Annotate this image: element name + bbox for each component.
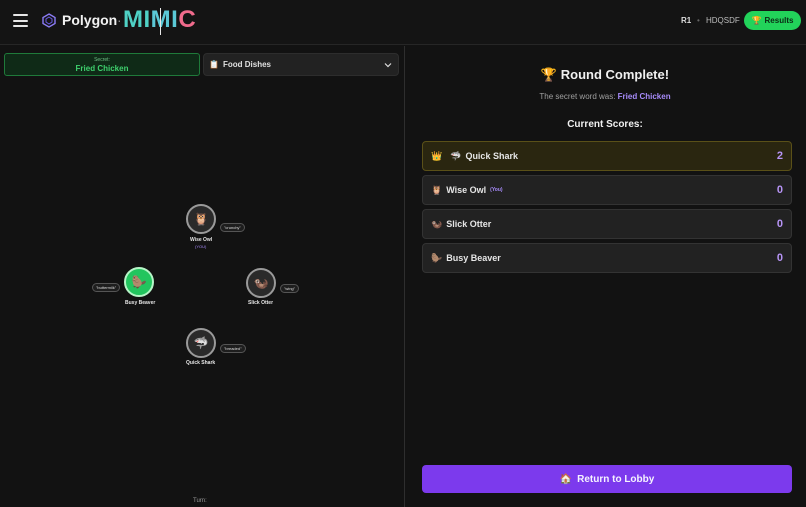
house-icon: 🏠 [559,473,573,485]
crown-icon: 👑 [431,150,443,161]
shark-icon: 🦈 [450,150,462,161]
score-player-name: Slick Otter [446,219,492,229]
top-bar: Polygon · MIMIC R1 • HDQSDF 🏆 Results [0,0,806,45]
secret-word-box: Secret: Fried Chicken [4,53,200,76]
results-button[interactable]: 🏆 Results [744,11,801,30]
player-word-bubble-slick-otter: "wing" [280,284,300,293]
panel-divider [404,46,405,507]
score-row: 👑 🦈 Quick Shark 2 [422,141,792,171]
score-value: 0 [776,252,783,264]
player-name-busy-beaver: Busy Beaver [125,300,156,306]
player-avatar-busy-beaver: 🦫 [124,267,154,297]
turn-label: Turn: [193,498,207,504]
round-complete-title: 🏆 Round Complete! [404,67,806,83]
score-value: 2 [776,150,783,162]
polygon-logo-icon [42,13,56,28]
round-indicator: R1 [681,16,692,25]
header-dot: • [697,16,700,25]
score-row: 🦫 Busy Beaver 0 [422,243,792,273]
title-part-1: MI [123,6,151,33]
category-select[interactable]: 📋 Food Dishes [203,53,399,76]
player-word-bubble-busy-beaver: "buttermilk" [92,283,121,292]
score-value: 0 [776,218,783,230]
secret-reveal-prefix: The secret word was: [539,92,616,101]
score-player-name: Busy Beaver [446,253,501,263]
secret-reveal: The secret word was: Fried Chicken [404,92,806,101]
brand-name: Polygon [62,12,118,28]
player-word-bubble-wise-owl: "crunchy" [220,223,245,232]
score-row: 🦉 Wise Owl (You) 0 [422,175,792,205]
player-avatar-quick-shark: 🦈 [186,328,216,358]
scores-heading: Current Scores: [567,119,643,130]
player-name-wise-owl: Wise Owl [190,237,213,243]
player-word-bubble-quick-shark: "breaded" [220,344,246,353]
round-complete-text: Round Complete! [560,67,670,82]
player-you-tag: (YOU) [195,244,207,249]
clipboard-icon: 📋 [209,60,219,69]
player-avatar-slick-otter: 🦦 [246,268,276,298]
player-name-slick-otter: Slick Otter [248,300,274,306]
chevron-down-icon [384,63,392,68]
room-code: HDQSDF [706,16,740,25]
trophy-icon: 🏆 [540,67,558,82]
secret-word: Fried Chicken [75,64,129,73]
score-row: 🦦 Slick Otter 0 [422,209,792,239]
secret-reveal-word: Fried Chicken [617,92,671,101]
score-player-name: Wise Owl [446,185,487,195]
return-to-lobby-button[interactable]: 🏠 Return to Lobby [422,465,792,493]
otter-icon: 🦦 [431,218,443,229]
title-part-2: MI [150,6,179,33]
brand-separator: · [117,12,122,28]
player-name-quick-shark: Quick Shark [186,360,216,366]
score-player-name: Quick Shark [465,151,518,161]
title-cursor [160,8,161,35]
secret-label: Secret: [94,57,110,63]
title-part-3: C [178,6,197,33]
you-tag: (You) [490,187,503,193]
player-avatar-wise-owl: 🦉 [186,204,216,234]
score-value: 0 [776,184,783,196]
category-label: Food Dishes [222,60,271,69]
return-label: Return to Lobby [577,473,655,485]
owl-icon: 🦉 [431,184,443,195]
beaver-icon: 🦫 [431,252,443,263]
trophy-icon: 🏆 [751,16,762,25]
menu-icon[interactable] [13,14,28,27]
results-label: Results [764,16,794,25]
